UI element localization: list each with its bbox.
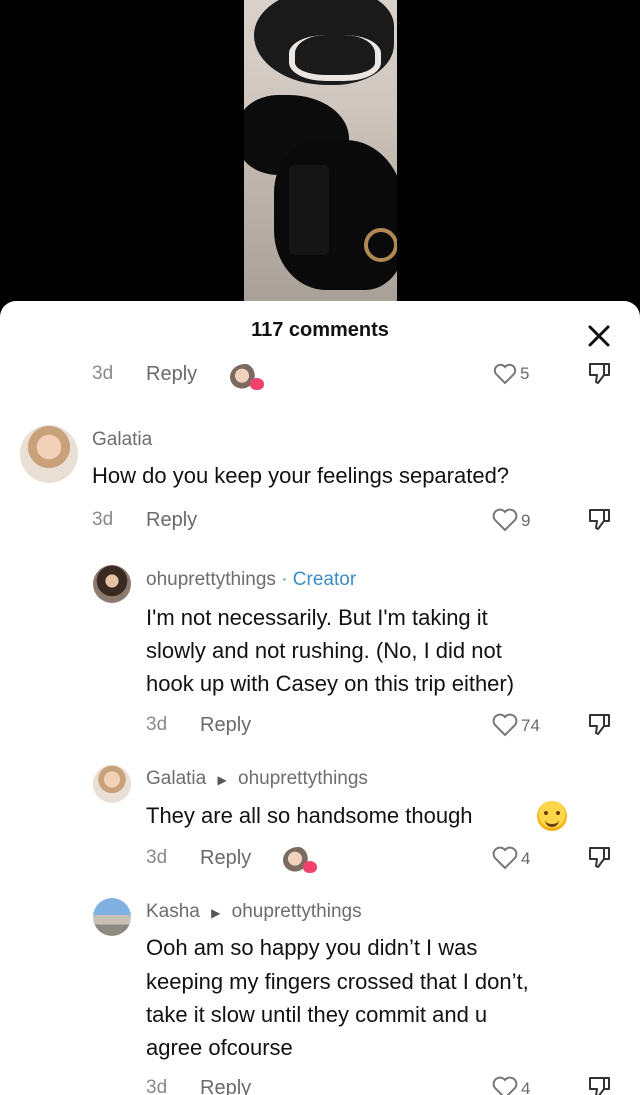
reply-to-username[interactable]: ohuprettythings xyxy=(232,901,362,922)
reply-to-username[interactable]: ohuprettythings xyxy=(238,768,368,789)
shoe-buckle xyxy=(364,228,397,262)
comment-age: 3d xyxy=(146,847,168,868)
comment-age: 3d xyxy=(146,714,168,735)
heart-outline-icon[interactable] xyxy=(492,1076,518,1095)
heart-outline-icon[interactable] xyxy=(493,363,517,385)
reply-button[interactable]: Reply xyxy=(146,363,197,386)
creator-badge: · Creator xyxy=(281,569,357,590)
comments-sheet: 117 comments 3d Reply 5 Galatia How do y… xyxy=(0,301,640,1095)
avatar[interactable] xyxy=(93,898,131,936)
thumbs-down-icon[interactable] xyxy=(586,1075,612,1095)
comment-username-row: Kasha ▶ ohuprettythings xyxy=(146,901,362,923)
thumbs-down-icon[interactable] xyxy=(586,507,612,531)
comment-text-line: hook up with Casey on this trip either) xyxy=(146,671,515,696)
caret-right-icon: ▶ xyxy=(211,906,221,920)
close-icon[interactable] xyxy=(584,321,614,351)
caret-right-icon: ▶ xyxy=(217,773,227,787)
heart-outline-icon[interactable] xyxy=(492,713,518,737)
heart-outline-icon[interactable] xyxy=(492,508,518,532)
comment-text: They are all so handsome though xyxy=(146,803,473,828)
comment-text: How do you keep your feelings separated? xyxy=(92,463,510,488)
comment-text-line: keeping my fingers crossed that I don’t, xyxy=(146,969,529,994)
comment-username[interactable]: Kasha xyxy=(146,901,200,922)
comment-age: 3d xyxy=(92,363,114,384)
reply-button[interactable]: Reply xyxy=(146,509,197,532)
reply-button[interactable]: Reply xyxy=(200,714,251,737)
video-preview[interactable] xyxy=(244,0,397,305)
comment-age: 3d xyxy=(92,509,114,530)
comment-text-line: agree ofcourse xyxy=(146,1035,293,1060)
comment-age: 3d xyxy=(146,1077,168,1095)
comment-text-line: take it slow until they commit and u xyxy=(146,1002,488,1027)
heart-outline-icon[interactable] xyxy=(492,846,518,870)
comment-text-line: Ooh am so happy you didn’t I was xyxy=(146,935,478,960)
sticker-icon xyxy=(230,364,264,390)
comment-username-row: Galatia ▶ ohuprettythings xyxy=(146,768,368,790)
shoe-heel xyxy=(289,165,329,255)
like-count: 9 xyxy=(521,511,531,530)
comment-text-line: slowly and not rushing. (No, I did not xyxy=(146,638,502,663)
like-count: 5 xyxy=(520,364,530,383)
like-count: 4 xyxy=(521,849,531,868)
comment-username[interactable]: Galatia xyxy=(92,429,152,451)
comment-username-text[interactable]: ohuprettythings xyxy=(146,569,276,590)
reply-button[interactable]: Reply xyxy=(200,847,251,870)
like-count: 4 xyxy=(521,1079,531,1095)
reply-button[interactable]: Reply xyxy=(200,1077,251,1095)
sticker-icon xyxy=(283,847,317,873)
thumbs-down-icon[interactable] xyxy=(586,845,612,869)
avatar[interactable] xyxy=(93,765,131,803)
comments-count-title: 117 comments xyxy=(251,319,389,341)
thumbs-down-icon[interactable] xyxy=(586,361,612,385)
hug-emoji-icon xyxy=(537,801,567,831)
comment-username[interactable]: Galatia xyxy=(146,768,206,789)
avatar[interactable] xyxy=(93,565,131,603)
thumbs-down-icon[interactable] xyxy=(586,712,612,736)
shoe-image-part xyxy=(254,0,394,85)
comment-username: ohuprettythings · Creator xyxy=(146,569,356,591)
avatar[interactable] xyxy=(20,425,78,483)
comment-text-line: I'm not necessarily. But I'm taking it xyxy=(146,605,488,630)
like-count: 74 xyxy=(521,716,540,735)
